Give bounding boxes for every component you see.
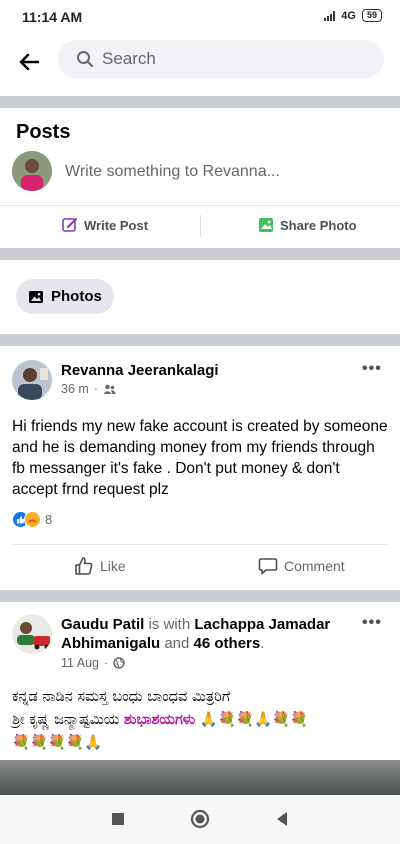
section-divider [0, 590, 400, 602]
triangle-back-icon [277, 812, 287, 826]
back-arrow-icon [19, 53, 39, 71]
friends-privacy-icon [103, 384, 116, 394]
search-icon [77, 51, 93, 67]
recents-button[interactable] [108, 809, 128, 829]
posts-heading: Posts [16, 121, 71, 143]
photos-button[interactable]: Photos [16, 279, 114, 314]
post-meta: 36 m · [61, 382, 116, 396]
care-reaction-icon [24, 511, 41, 528]
post-text-segment: ಶ್ರೀ ಕೃಷ್ಣ ಜನ್ಮಾಷ್ಟಮಿಯ [12, 712, 124, 728]
post-meta: 11 Aug · [61, 656, 125, 670]
status-indicators: 4G 59 [324, 9, 382, 22]
home-button[interactable] [190, 809, 210, 829]
post-more-button[interactable]: ••• [362, 360, 382, 378]
post-image[interactable] [0, 760, 400, 800]
meta-dot: · [104, 656, 109, 670]
reaction-count: 8 [45, 512, 53, 527]
post-time[interactable]: 11 Aug [61, 656, 99, 670]
section-divider [0, 334, 400, 346]
composer-separator [0, 205, 400, 206]
write-post-button[interactable]: Write Post [62, 217, 148, 233]
back-nav-button[interactable] [272, 809, 292, 829]
emoji-line: 💐💐💐💐🙏 [12, 735, 103, 751]
photos-icon [29, 290, 43, 303]
edit-icon [62, 218, 77, 232]
comment-button[interactable]: Comment [258, 556, 345, 576]
search-input[interactable] [102, 49, 342, 69]
post-text-line: ಶ್ರೀ ಕೃಷ್ಣ ಜನ್ಮಾಷ್ಟಮಿಯ ಶುಭಾಶಯಗಳು 🙏💐💐🙏💐💐 [12, 709, 388, 732]
search-bar[interactable] [58, 40, 384, 78]
button-separator [200, 215, 201, 237]
highlight-text: ಶುಭಾಶಯಗಳು [123, 712, 196, 728]
status-time: 11:14 AM [22, 9, 83, 25]
thumbs-up-icon [75, 557, 93, 575]
reactions-summary[interactable]: 8 [12, 511, 52, 528]
photos-label: Photos [51, 288, 102, 305]
write-post-label: Write Post [84, 217, 149, 233]
post-actions-separator [12, 544, 388, 545]
status-bar: 11:14 AM 4G 59 [0, 0, 400, 34]
avatar-image [12, 360, 52, 400]
others-link[interactable]: 46 others [194, 635, 261, 652]
system-nav-bar [0, 795, 400, 844]
globe-public-icon [113, 657, 125, 669]
avatar-image [12, 614, 52, 654]
battery-level: 59 [366, 10, 377, 20]
period: . [260, 635, 265, 652]
signal-icon [324, 10, 336, 21]
photo-icon [259, 218, 273, 232]
post-more-button[interactable]: ••• [362, 614, 382, 632]
square-recents-icon [112, 813, 124, 825]
avatar-image [12, 151, 52, 191]
emoji-text: 🙏💐💐🙏💐💐 [195, 712, 309, 728]
post-author-avatar[interactable] [12, 614, 52, 654]
composer-input[interactable]: Write something to Revanna... [65, 163, 280, 181]
post-author-name[interactable]: Revanna Jeerankalagi [61, 361, 219, 380]
post-author-avatar[interactable] [12, 360, 52, 400]
post-text: ಕನ್ನಡ ನಾಡಿನ ಸಮಸ್ತ ಬಂಧು ಬಾಂಧವ ಮಿತ್ರರಿಗೆ ಶ… [12, 686, 388, 755]
author-name[interactable]: Gaudu Patil [61, 616, 144, 633]
like-label: Like [100, 558, 126, 574]
comment-label: Comment [284, 558, 345, 574]
battery-icon: 59 [361, 9, 382, 22]
share-photo-label: Share Photo [280, 217, 357, 233]
back-button[interactable] [14, 48, 44, 76]
with-word: is with [144, 616, 195, 633]
post-text: Hi friends my new fake account is create… [12, 418, 388, 498]
meta-dot: · [93, 382, 98, 396]
and-word: and [160, 635, 194, 652]
top-bar [0, 34, 400, 90]
section-divider [0, 96, 400, 108]
circle-home-icon [190, 809, 210, 829]
post-text-line: ಕನ್ನಡ ನಾಡಿನ ಸಮಸ್ತ ಬಂಧು ಬಾಂಧವ ಮಿತ್ರರಿಗೆ [12, 689, 231, 705]
section-divider [0, 248, 400, 260]
composer-avatar[interactable] [12, 151, 52, 191]
share-photo-button[interactable]: Share Photo [258, 217, 357, 233]
like-button[interactable]: Like [74, 556, 126, 576]
comment-icon [258, 558, 278, 575]
network-type: 4G [341, 9, 356, 22]
post-author-name[interactable]: Gaudu Patil is with Lachappa Jamadar Abh… [61, 615, 356, 653]
post-time[interactable]: 36 m [61, 382, 89, 396]
